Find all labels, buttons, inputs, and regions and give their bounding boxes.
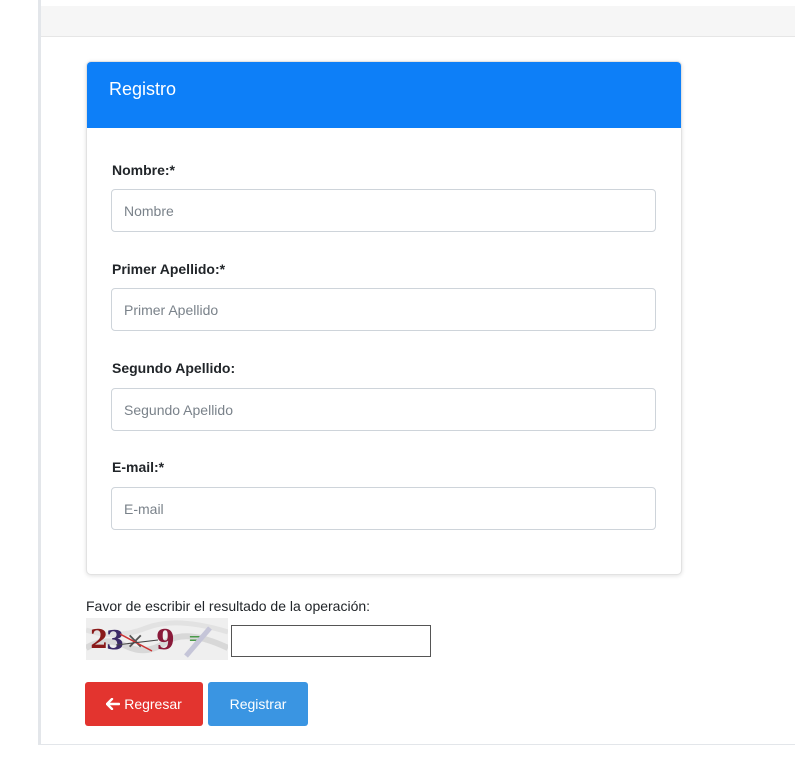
- captcha-answer-input[interactable]: [231, 625, 431, 657]
- card-header: Registro: [87, 62, 681, 128]
- page-left-border: [38, 0, 41, 745]
- top-bar: [41, 6, 795, 37]
- captcha-image: 2 3 × 9 =: [86, 618, 228, 660]
- captcha-prompt: Favor de escribir el resultado de la ope…: [86, 598, 371, 614]
- email-label: E-mail:*: [112, 459, 165, 475]
- email-input[interactable]: [111, 487, 656, 530]
- back-button-label: Regresar: [124, 696, 182, 712]
- segundo-apellido-label: Segundo Apellido:: [112, 360, 236, 376]
- segundo-apellido-input[interactable]: [111, 388, 656, 431]
- card-title: Registro: [109, 79, 177, 99]
- registration-card: Registro Nombre:* Primer Apellido:* Segu…: [86, 61, 682, 575]
- submit-button[interactable]: Registrar: [208, 682, 308, 726]
- page-bottom-border: [41, 744, 795, 745]
- nombre-input[interactable]: [111, 189, 656, 232]
- svg-text:9: 9: [156, 625, 175, 656]
- svg-text:3: 3: [106, 626, 124, 656]
- back-button[interactable]: Regresar: [85, 682, 203, 726]
- primer-apellido-label: Primer Apellido:*: [112, 261, 226, 277]
- arrow-left-icon: [106, 698, 121, 710]
- primer-apellido-input[interactable]: [111, 288, 656, 331]
- submit-button-label: Registrar: [229, 696, 287, 712]
- nombre-label: Nombre:*: [112, 162, 176, 178]
